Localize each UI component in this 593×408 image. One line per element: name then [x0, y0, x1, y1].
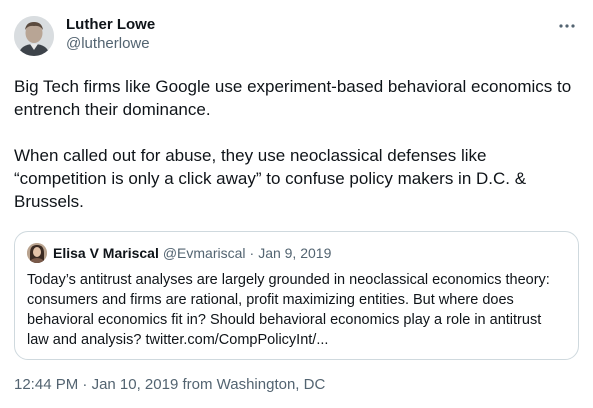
- author-name[interactable]: Luther Lowe: [66, 16, 155, 34]
- more-icon: [559, 24, 575, 28]
- tweet-time[interactable]: 12:44 PM: [14, 376, 78, 393]
- meta-separator: ·: [78, 376, 92, 393]
- author-avatar[interactable]: [14, 16, 54, 56]
- quoted-tweet-header: Elisa V Mariscal @Evmariscal · Jan 9, 20…: [27, 243, 566, 263]
- quoted-date[interactable]: Jan 9, 2019: [258, 244, 331, 262]
- quoted-author-avatar-image: [27, 243, 47, 263]
- quoted-author-handle: @Evmariscal: [162, 245, 246, 261]
- tweet-metadata: 12:44 PM · Jan 10, 2019 from Washington,…: [14, 376, 325, 394]
- tweet-location: from Washington, DC: [178, 376, 326, 393]
- quoted-author-name: Elisa V Mariscal: [53, 245, 159, 261]
- quoted-tweet-text: Today’s antitrust analyses are largely g…: [27, 272, 550, 348]
- author-handle[interactable]: @lutherlowe: [66, 34, 155, 54]
- tweet-card: Luther Lowe @lutherlowe Big Tech firms l…: [0, 0, 593, 408]
- more-options-button[interactable]: [557, 16, 577, 36]
- tweet-text: Big Tech firms like Google use experimen…: [14, 77, 572, 211]
- quoted-separator: ·: [249, 245, 255, 261]
- quoted-tweet[interactable]: Elisa V Mariscal @Evmariscal · Jan 9, 20…: [14, 231, 579, 360]
- quoted-author-avatar: [27, 243, 47, 263]
- tweet-date[interactable]: Jan 10, 2019: [92, 376, 179, 393]
- author-avatar-image: [14, 16, 54, 56]
- author-info: Luther Lowe @lutherlowe: [66, 16, 155, 54]
